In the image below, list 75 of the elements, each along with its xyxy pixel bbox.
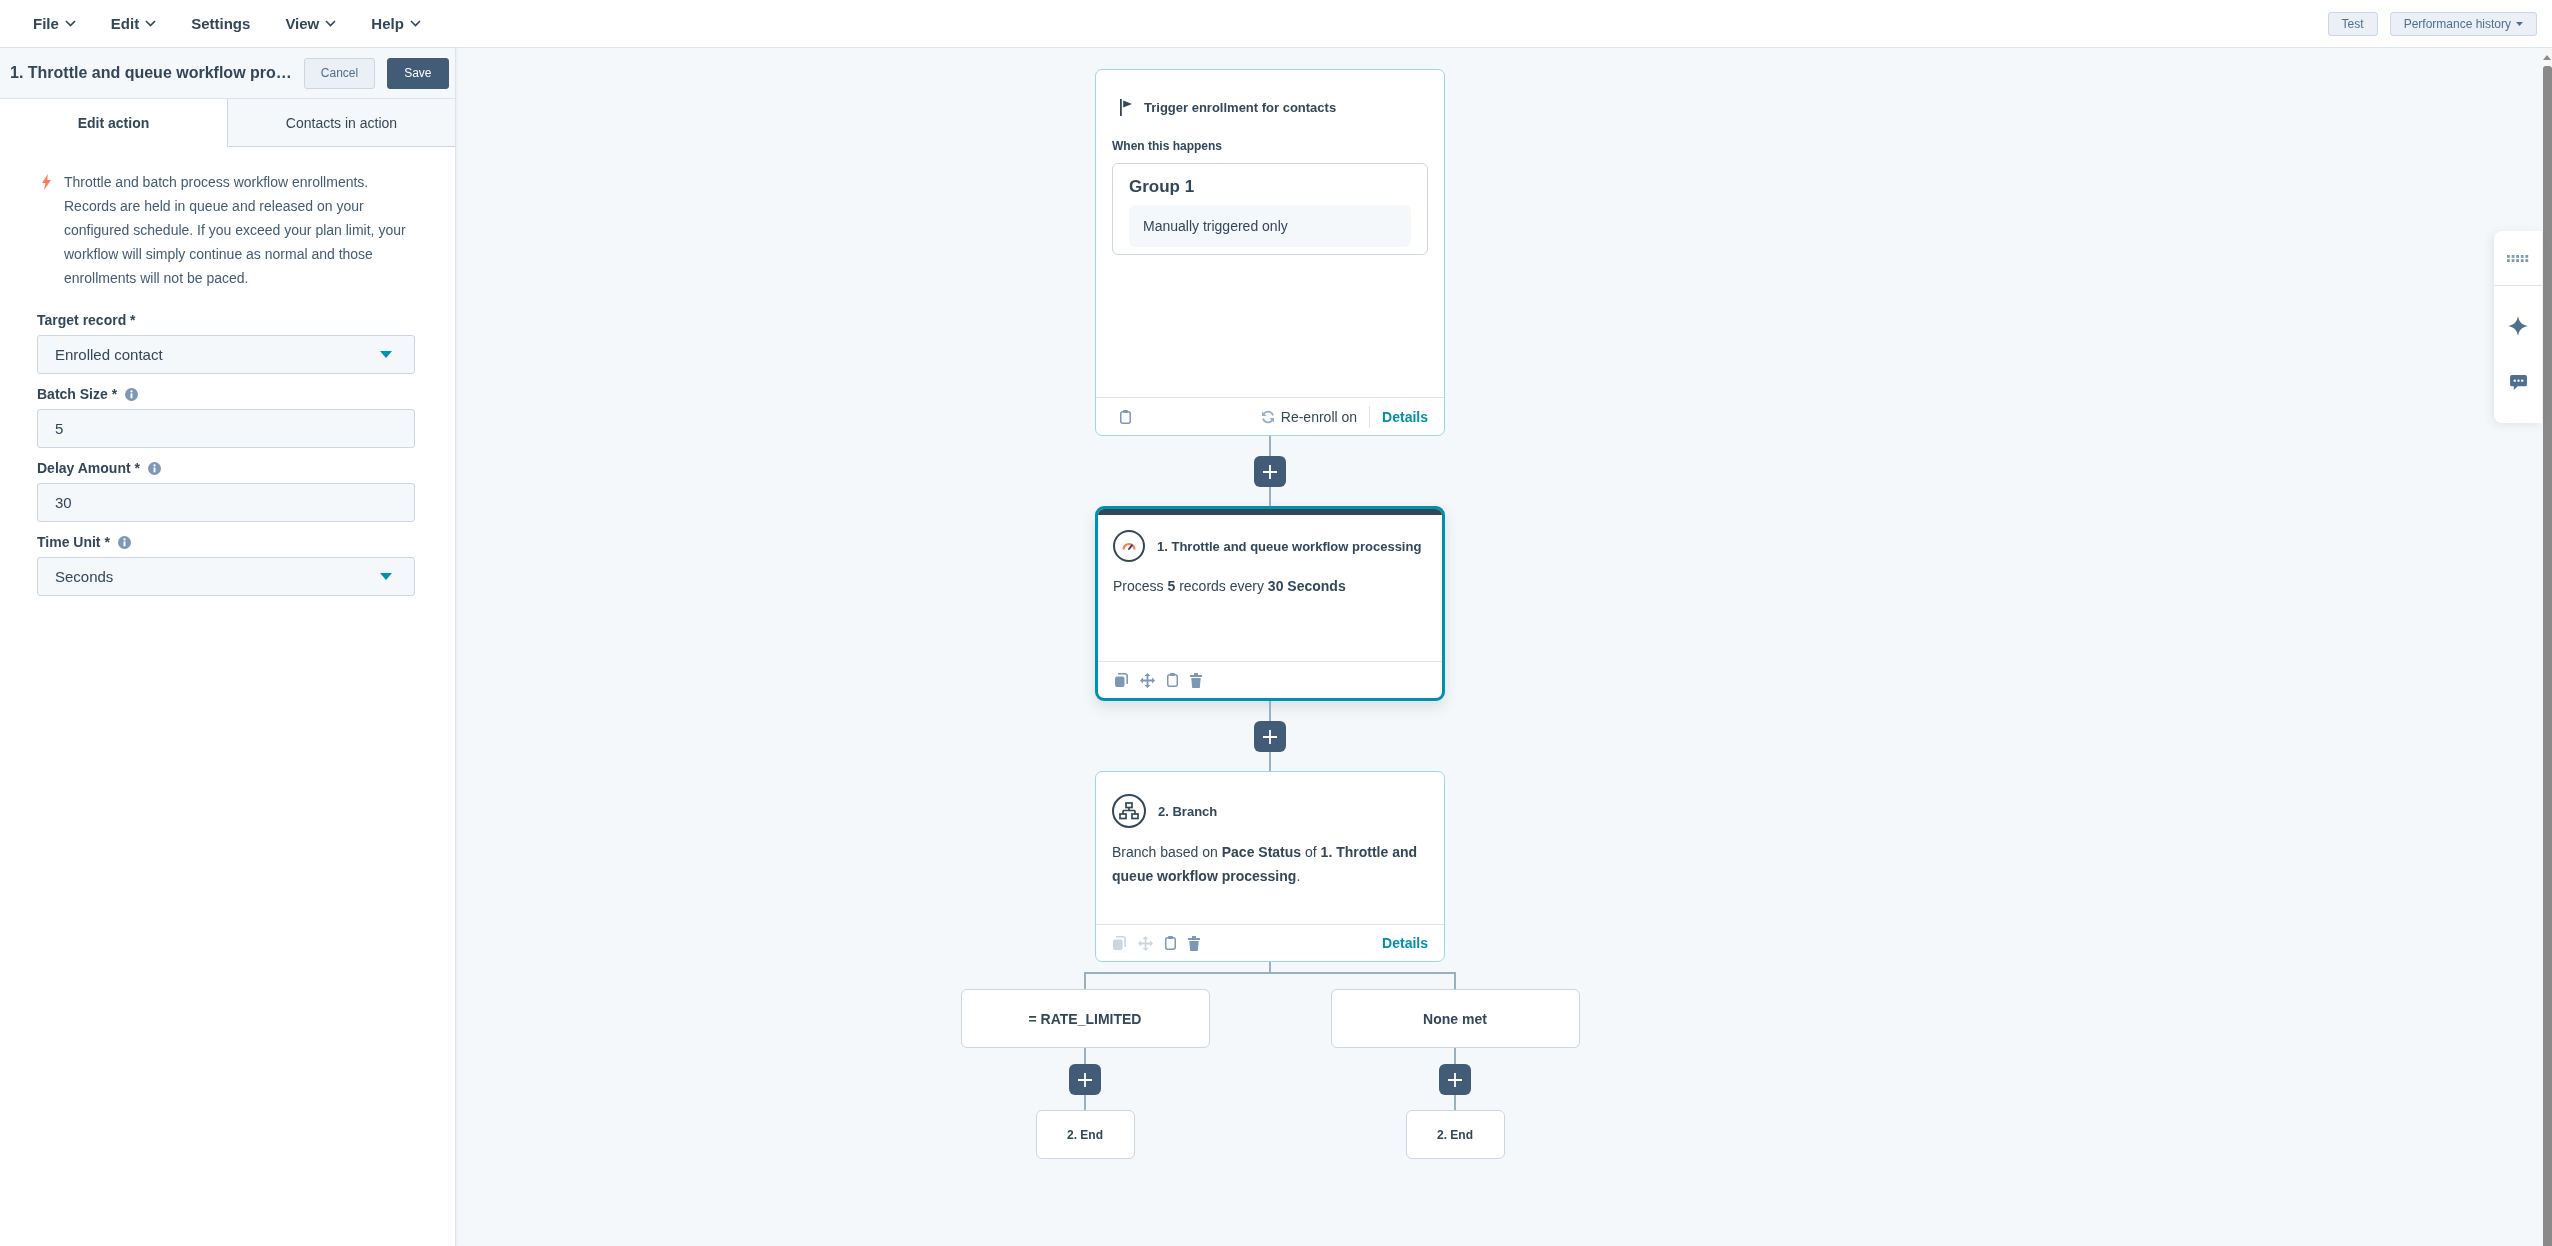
- action-card[interactable]: 1. Throttle and queue workflow processing Process 5 records every 30 Seconds: [1095, 506, 1445, 701]
- connector-line: [1269, 487, 1271, 506]
- action-title: 2. Branch: [1158, 803, 1218, 819]
- info-icon[interactable]: [117, 535, 131, 549]
- info-icon[interactable]: [125, 387, 139, 401]
- add-step-button[interactable]: [1254, 721, 1286, 752]
- action-title: 1. Throttle and queue workflow processing: [1157, 538, 1422, 554]
- tab[interactable]: Contacts in action: [227, 99, 455, 147]
- trash-icon[interactable]: [1188, 935, 1200, 951]
- action-summary: Branch based on Pace Status of 1. Throttle and queue workflow processing.: [1112, 843, 1419, 886]
- action-card[interactable]: 2. Branch Branch based on Pace Status of 1. Throttle and queue workflow processing. Details: [1095, 771, 1445, 962]
- menu-button[interactable]: Help: [371, 15, 421, 32]
- connector-line: [1269, 436, 1271, 456]
- refresh-icon: [1260, 409, 1275, 424]
- menu-button[interactable]: Edit: [110, 15, 157, 32]
- select-field[interactable]: Enrolled contact: [37, 335, 415, 374]
- section-label: When this happens: [1112, 138, 1223, 154]
- connector-line: [1454, 1095, 1456, 1110]
- cancel-button[interactable]: Cancel: [303, 57, 376, 89]
- plus-icon: [1448, 1072, 1462, 1087]
- plus-icon: [1078, 1072, 1092, 1087]
- connector-line: [1269, 752, 1271, 771]
- group-title: Group 1: [1129, 177, 1196, 197]
- branch-node[interactable]: None met: [1330, 989, 1580, 1048]
- field-label: Delay Amount *: [37, 460, 140, 476]
- select-field[interactable]: Seconds: [37, 557, 415, 596]
- trigger-title: Trigger enrollment for contacts: [1144, 100, 1337, 115]
- description-text: Throttle and batch process workflow enrollments. Records are held in queue and released on your configured schedule. If you exceed your plan limit, your workflow will simply continue as normal and those enrollments will not be paced.: [64, 173, 407, 288]
- end-node: 2. End: [1405, 1110, 1505, 1159]
- connector-line: [1269, 701, 1271, 721]
- save-button[interactable]: Save: [387, 57, 449, 89]
- add-step-button[interactable]: [1439, 1064, 1471, 1095]
- scroll-up-icon[interactable]: [2543, 55, 2551, 60]
- branch-icon: [1112, 794, 1146, 828]
- lightning-icon: [42, 174, 51, 190]
- trash-icon[interactable]: [1190, 672, 1202, 688]
- info-icon[interactable]: [147, 461, 161, 475]
- connector-line: [1454, 1048, 1456, 1064]
- menu-button[interactable]: View: [285, 15, 337, 32]
- flag-icon: [1120, 99, 1132, 116]
- plus-icon: [1263, 464, 1277, 479]
- details-link[interactable]: Details: [1382, 935, 1428, 951]
- add-step-button[interactable]: [1254, 456, 1286, 487]
- toolbar-button[interactable]: Performance history: [2389, 11, 2537, 36]
- menu-button[interactable]: File: [33, 15, 76, 32]
- grid-dots-icon[interactable]: [2507, 254, 2529, 262]
- connector-line: [1084, 1048, 1086, 1064]
- caret-down-icon: [380, 351, 392, 358]
- copy-icon[interactable]: [1115, 673, 1128, 687]
- chat-icon[interactable]: [2509, 374, 2527, 390]
- branch-node[interactable]: = RATE_LIMITED: [960, 989, 1210, 1048]
- menu-button[interactable]: Settings: [191, 15, 251, 32]
- clipboard-icon[interactable]: [1165, 936, 1176, 950]
- action-summary: Process 5 records every 30 Seconds: [1113, 577, 1347, 596]
- details-link[interactable]: Details: [1382, 408, 1428, 425]
- toolbar-button[interactable]: Test: [2327, 11, 2378, 36]
- text-input-field[interactable]: 30: [37, 483, 415, 522]
- trigger-condition: Manually triggered only: [1129, 205, 1411, 247]
- trigger-card[interactable]: Trigger enrollment for contacts When this happens Group 1 Manually triggered only Re-enroll on Details: [1095, 69, 1445, 436]
- connector-line: [1084, 1095, 1086, 1110]
- sparkle-icon[interactable]: [2508, 315, 2528, 336]
- plus-icon: [1263, 729, 1277, 744]
- gauge-icon: [1113, 530, 1145, 562]
- caret-down-icon: [380, 573, 392, 580]
- field-label: Target record *: [37, 312, 136, 328]
- add-step-button[interactable]: [1069, 1064, 1101, 1095]
- clipboard-icon[interactable]: [1167, 673, 1178, 687]
- four-way-arrow-icon[interactable]: [1140, 672, 1155, 688]
- clipboard-icon[interactable]: [1120, 409, 1131, 424]
- end-node: 2. End: [1035, 1110, 1135, 1159]
- panel-title: 1. Throttle and queue workflow pro…: [10, 64, 292, 82]
- reenroll-status: Re-enroll on: [1280, 408, 1358, 425]
- text-input-field[interactable]: 5: [37, 409, 415, 448]
- field-label: Batch Size *: [37, 386, 118, 402]
- field-label: Time Unit *: [37, 534, 110, 550]
